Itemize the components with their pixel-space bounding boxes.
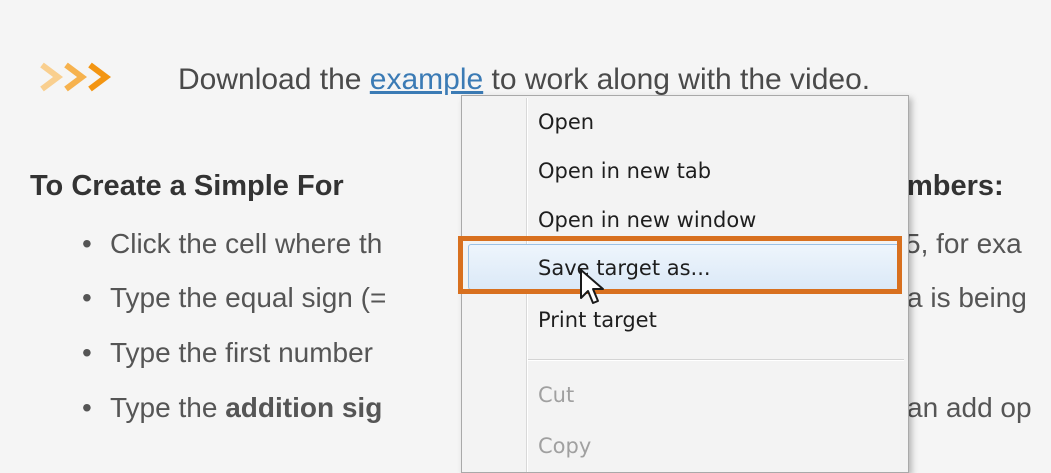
list-item-text: Type the xyxy=(110,392,226,423)
list-item: • Click the cell where th xyxy=(82,228,382,260)
callout-text-after: to work along with the video. xyxy=(483,63,871,96)
tutorial-page: Download the example to work along with … xyxy=(0,0,1051,473)
annotation-highlight-box xyxy=(458,236,902,294)
list-item-tail: an add op xyxy=(907,392,1032,423)
list-item-text: Type the equal sign (= xyxy=(110,282,387,313)
list-item-text: Type the first number xyxy=(110,337,374,368)
section-heading-tail: mbers: xyxy=(907,170,1004,202)
list-item: • Type the equal sign (= xyxy=(82,282,386,314)
bullet-dot: • xyxy=(82,392,92,423)
menu-item-open[interactable]: Open xyxy=(538,110,594,134)
menu-separator xyxy=(528,359,904,361)
list-item: • Type the first number xyxy=(82,337,373,369)
menu-item-cut[interactable]: Cut xyxy=(538,383,574,407)
bullet-dot: • xyxy=(82,228,92,259)
list-item-text: Click the cell where th xyxy=(110,228,383,259)
triple-chevron-icon xyxy=(40,62,111,92)
list-item-tail: a is being xyxy=(907,282,1027,313)
menu-item-print-target[interactable]: Print target xyxy=(538,308,657,332)
bullet-dot: • xyxy=(82,337,92,368)
mouse-pointer-icon xyxy=(580,269,604,304)
bullet-dot: • xyxy=(82,282,92,313)
example-link[interactable]: example xyxy=(370,63,483,96)
list-item: • Type the addition sig xyxy=(82,392,382,424)
menu-item-copy[interactable]: Copy xyxy=(538,434,591,458)
callout-text-before: Download the xyxy=(178,63,370,96)
menu-item-open-new-window[interactable]: Open in new window xyxy=(538,208,756,232)
menu-item-open-new-tab[interactable]: Open in new tab xyxy=(538,159,711,183)
list-item-tail: 5, for exa xyxy=(905,228,1022,259)
list-item-bold-text: addition sig xyxy=(225,392,383,423)
download-callout: Download the example to work along with … xyxy=(178,63,870,97)
section-heading: To Create a Simple For xyxy=(30,170,344,202)
